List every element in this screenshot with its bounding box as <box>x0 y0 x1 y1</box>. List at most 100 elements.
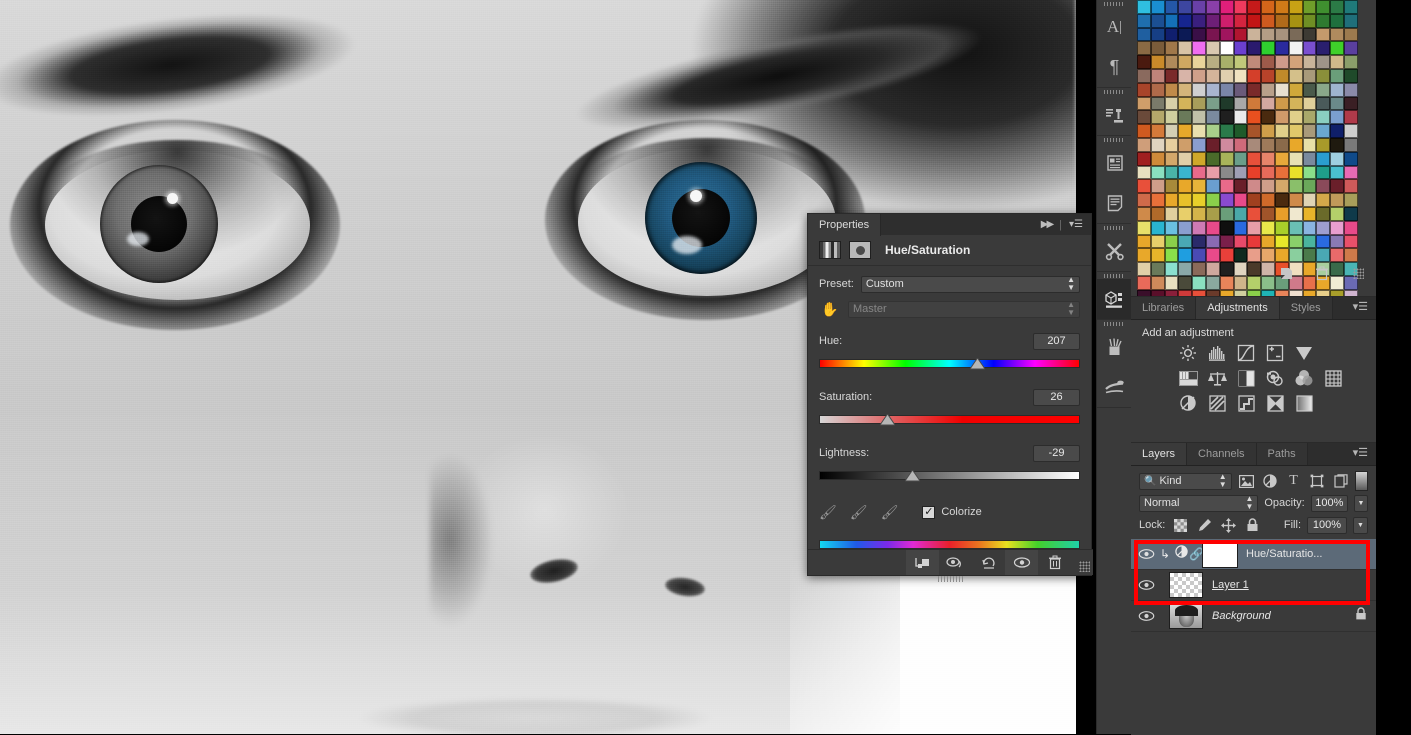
panel-menu-icon[interactable]: ▾☰ <box>1069 219 1083 230</box>
rail-grip[interactable] <box>1097 88 1132 95</box>
color-swatch[interactable] <box>1205 82 1220 97</box>
color-swatch[interactable] <box>1343 124 1358 138</box>
photo-filter-icon[interactable] <box>1265 368 1285 388</box>
color-swatch[interactable] <box>1233 68 1248 83</box>
threshold-icon[interactable] <box>1236 393 1256 413</box>
color-swatch[interactable] <box>1247 13 1262 28</box>
color-swatch[interactable] <box>1316 82 1331 97</box>
color-swatch[interactable] <box>1192 193 1206 207</box>
color-swatch[interactable] <box>1343 96 1358 111</box>
color-swatch[interactable] <box>1205 55 1220 69</box>
color-swatch[interactable] <box>1205 124 1220 138</box>
color-swatch[interactable] <box>1150 55 1165 69</box>
color-swatch[interactable] <box>1219 68 1234 83</box>
exposure-icon[interactable] <box>1265 343 1285 363</box>
lightness-slider-track[interactable] <box>819 469 1080 481</box>
color-swatch[interactable] <box>1205 27 1220 42</box>
color-swatch[interactable] <box>1164 151 1179 166</box>
vibrance-icon[interactable] <box>1294 343 1314 363</box>
color-swatch[interactable] <box>1247 68 1262 83</box>
hue-value-input[interactable]: 207 <box>1033 332 1080 350</box>
color-swatch[interactable] <box>1288 82 1303 97</box>
color-swatch[interactable] <box>1343 165 1358 180</box>
color-swatch[interactable] <box>1316 137 1331 152</box>
color-swatch[interactable] <box>1192 13 1206 28</box>
invert-icon[interactable] <box>1178 393 1198 413</box>
color-swatch[interactable] <box>1330 0 1344 14</box>
color-swatch[interactable] <box>1247 96 1262 111</box>
color-swatch[interactable] <box>1288 165 1303 180</box>
color-swatch[interactable] <box>1192 96 1206 111</box>
color-swatch[interactable] <box>1192 27 1206 42</box>
layer-visibility-toggle[interactable] <box>1135 610 1157 622</box>
color-swatch[interactable] <box>1164 41 1179 56</box>
color-swatch[interactable] <box>1302 13 1317 28</box>
color-swatch[interactable] <box>1137 220 1151 235</box>
eyedropper-add-icon[interactable]: 🖌 <box>850 504 868 521</box>
color-swatch[interactable] <box>1343 0 1358 14</box>
color-swatch[interactable] <box>1219 27 1234 42</box>
color-swatch[interactable] <box>1343 206 1358 221</box>
color-swatch[interactable] <box>1261 165 1275 180</box>
color-swatch[interactable] <box>1150 68 1165 83</box>
color-swatch[interactable] <box>1205 137 1220 152</box>
color-swatch[interactable] <box>1150 96 1165 111</box>
type-filter-icon[interactable]: T <box>1285 472 1303 490</box>
color-swatch[interactable] <box>1137 137 1151 152</box>
color-swatch[interactable] <box>1330 193 1344 207</box>
color-swatch[interactable] <box>1316 0 1331 14</box>
color-swatch[interactable] <box>1219 55 1234 69</box>
layer-row-layer-1[interactable]: Layer 1 <box>1131 570 1376 601</box>
color-swatch[interactable] <box>1205 96 1220 111</box>
panel-menu-icon[interactable]: ▾☰ <box>1345 443 1376 465</box>
color-swatch[interactable] <box>1330 234 1344 249</box>
clone-source-panel-icon[interactable] <box>1097 95 1132 135</box>
color-swatch[interactable] <box>1192 234 1206 249</box>
color-swatch[interactable] <box>1274 68 1289 83</box>
color-swatch[interactable] <box>1302 165 1317 180</box>
layer-row-background[interactable]: Background <box>1131 601 1376 632</box>
color-swatch[interactable] <box>1247 124 1262 138</box>
hue-saturation-icon[interactable] <box>1178 368 1198 388</box>
color-swatch[interactable] <box>1302 206 1317 221</box>
hue-slider[interactable] <box>808 352 1091 374</box>
color-swatch[interactable] <box>1178 82 1193 97</box>
saturation-value-input[interactable]: 26 <box>1033 388 1080 406</box>
color-swatch[interactable] <box>1164 55 1179 69</box>
color-swatch[interactable] <box>1164 27 1179 42</box>
color-swatch[interactable] <box>1288 193 1303 207</box>
color-swatch[interactable] <box>1137 27 1151 42</box>
color-swatch[interactable] <box>1261 206 1275 221</box>
color-swatch[interactable] <box>1316 179 1331 194</box>
color-swatch[interactable] <box>1219 0 1234 14</box>
color-swatch[interactable] <box>1261 82 1275 97</box>
color-swatch[interactable] <box>1219 96 1234 111</box>
saturation-slider-knob[interactable] <box>880 413 896 428</box>
saturation-slider-track[interactable] <box>819 413 1080 425</box>
posterize-icon[interactable] <box>1207 393 1227 413</box>
layer-mask-thumbnail[interactable] <box>1202 540 1238 568</box>
color-swatch[interactable] <box>1150 151 1165 166</box>
color-swatch[interactable] <box>1164 137 1179 152</box>
color-swatch[interactable] <box>1178 179 1193 194</box>
color-swatch[interactable] <box>1330 248 1344 263</box>
tab-paths[interactable]: Paths <box>1256 443 1308 465</box>
color-swatch[interactable] <box>1261 124 1275 138</box>
collapsed-panel-rail[interactable]: A | ¶ <box>1096 0 1133 734</box>
toggle-previous-state-icon[interactable] <box>939 550 972 575</box>
rail-grip[interactable] <box>1097 320 1132 327</box>
color-swatch[interactable] <box>1330 165 1344 180</box>
color-swatch[interactable] <box>1205 68 1220 83</box>
color-swatch[interactable] <box>1274 0 1289 14</box>
color-swatch[interactable] <box>1247 110 1262 125</box>
color-swatch[interactable] <box>1178 27 1193 42</box>
brush-presets-panel-icon[interactable] <box>1097 367 1132 407</box>
color-swatch[interactable] <box>1205 220 1220 235</box>
color-swatch[interactable] <box>1205 248 1220 263</box>
color-swatch[interactable] <box>1316 165 1331 180</box>
color-swatch[interactable] <box>1137 151 1151 166</box>
color-swatch[interactable] <box>1343 68 1358 83</box>
preset-select[interactable]: Custom ▲ ▼ <box>860 275 1080 293</box>
color-swatch[interactable] <box>1205 0 1220 14</box>
color-swatch[interactable] <box>1330 110 1344 125</box>
